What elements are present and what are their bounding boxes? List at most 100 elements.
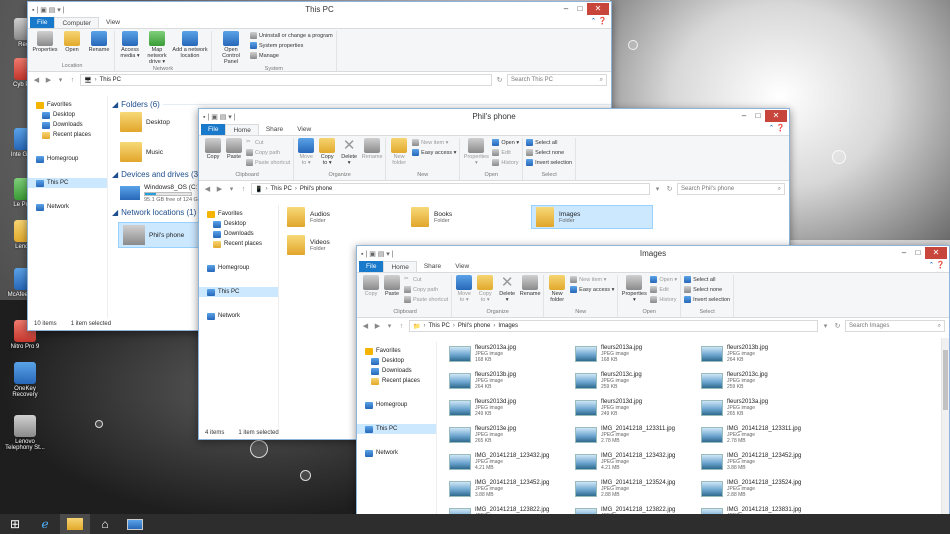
nav-network[interactable]: Network — [199, 311, 278, 321]
properties-button[interactable]: Properties ▾ — [621, 275, 647, 303]
folder-audios[interactable]: Audios Folder — [283, 205, 405, 229]
file-item[interactable]: IMG_20141218_123311.jpg JPEG image 2.78 MB — [575, 423, 697, 447]
system-properties-button[interactable]: System properties — [250, 41, 333, 50]
tab-computer[interactable]: Computer — [54, 17, 100, 28]
internet-explorer-button[interactable]: ℯ — [30, 514, 60, 534]
paste-shortcut-button[interactable]: Paste shortcut — [246, 158, 290, 167]
paste-button[interactable]: Paste — [383, 275, 401, 297]
copy-path-button[interactable]: Copy path — [404, 285, 448, 294]
folder-music[interactable]: Music — [120, 142, 163, 162]
nav-recent-places[interactable]: Recent places — [357, 376, 436, 386]
forward-arrow-icon[interactable]: ▶ — [373, 322, 382, 330]
close-button[interactable]: ✕ — [765, 110, 787, 122]
up-arrow-icon[interactable]: ↑ — [397, 323, 406, 330]
file-item[interactable]: fleurs2013a.jpg JPEG image 265 KB — [701, 396, 823, 420]
file-item[interactable]: IMG_20141218_123452.jpg JPEG image 3.88 MB — [449, 477, 571, 501]
open-button[interactable]: Open — [60, 31, 84, 53]
vertical-scrollbar[interactable] — [941, 338, 949, 533]
add-network-location-button[interactable]: Add a network location — [172, 31, 208, 59]
tab-file[interactable]: File — [359, 261, 384, 272]
nav-homegroup[interactable]: Homegroup — [199, 263, 278, 273]
file-item[interactable]: fleurs2013a.jpg JPEG image 168 KB — [449, 342, 571, 366]
tab-home[interactable]: Home — [383, 261, 417, 272]
history-button[interactable]: History — [492, 158, 519, 167]
minimize-button[interactable]: – — [897, 247, 911, 259]
cut-button[interactable]: ✂ Cut — [246, 138, 290, 147]
new-item-button[interactable]: New item ▾ — [412, 138, 456, 147]
breadcrumb-phils-phone[interactable]: Phil's phone — [458, 323, 491, 329]
file-explorer-button[interactable] — [60, 514, 90, 534]
move-to-button[interactable]: Move to ▾ — [297, 138, 315, 166]
nav-recent-places[interactable]: Recent places — [199, 239, 278, 249]
nav-favorites[interactable]: Favorites — [357, 346, 436, 356]
file-item[interactable]: fleurs2013c.jpg JPEG image 259 KB — [701, 369, 823, 393]
desktop-shortcut[interactable]: OneKey Recovery — [2, 362, 48, 398]
search-input[interactable]: Search Phil's phone ⌕ — [677, 183, 785, 195]
file-item[interactable]: fleurs2013c.jpg JPEG image 259 KB — [575, 369, 697, 393]
search-input[interactable]: Search Images ⌕ — [845, 320, 945, 332]
nav-favorites[interactable]: Favorites — [199, 209, 278, 219]
tab-home[interactable]: Home — [225, 124, 259, 135]
up-arrow-icon[interactable]: ↑ — [68, 77, 77, 84]
tab-view[interactable]: View — [99, 17, 127, 28]
breadcrumb-this-pc[interactable]: This PC — [270, 186, 291, 192]
nav-network[interactable]: Network — [28, 202, 107, 212]
breadcrumb-this-pc[interactable]: This PC — [428, 323, 449, 329]
folder-desktop[interactable]: Desktop — [120, 112, 170, 132]
quick-access-toolbar[interactable]: ▪ | ▣ ▤ ▾ | — [203, 113, 236, 121]
back-arrow-icon[interactable]: ◀ — [203, 185, 212, 193]
file-item[interactable]: fleurs2013e.jpg JPEG image 265 KB — [449, 423, 571, 447]
nav-this-pc[interactable]: This PC — [357, 424, 436, 434]
access-media-button[interactable]: Access media ▾ — [118, 31, 142, 59]
manage-button[interactable]: Manage — [250, 51, 333, 60]
select-none-button[interactable]: Select none — [684, 285, 730, 294]
close-button[interactable]: ✕ — [587, 3, 609, 15]
nav-desktop[interactable]: Desktop — [357, 356, 436, 366]
recent-dropdown-icon[interactable]: ▾ — [227, 185, 236, 193]
tab-file[interactable]: File — [201, 124, 226, 135]
nav-downloads[interactable]: Downloads — [199, 229, 278, 239]
back-arrow-icon[interactable]: ◀ — [361, 322, 370, 330]
address-dropdown-icon[interactable]: ▾ — [821, 322, 830, 330]
open-control-panel-button[interactable]: Open Control Panel — [215, 31, 247, 65]
file-item[interactable]: fleurs2013d.jpg JPEG image 249 KB — [449, 396, 571, 420]
select-all-button[interactable]: Select all — [684, 275, 730, 284]
start-button[interactable]: ⊞ — [0, 514, 30, 534]
rename-button[interactable]: Rename — [87, 31, 111, 53]
back-arrow-icon[interactable]: ◀ — [32, 76, 41, 84]
history-button[interactable]: History — [650, 295, 677, 304]
edit-button[interactable]: Edit — [492, 148, 519, 157]
network-location-phone[interactable]: Phil's phone — [118, 222, 200, 248]
breadcrumb-images[interactable]: Images — [498, 323, 518, 329]
address-bar[interactable]: 🖥 › This PC — [80, 74, 492, 86]
monitor-button[interactable] — [120, 514, 150, 534]
tab-share[interactable]: Share — [259, 124, 290, 135]
address-dropdown-icon[interactable]: ▾ — [653, 185, 662, 193]
tab-share[interactable]: Share — [417, 261, 448, 272]
search-input[interactable]: Search This PC ⌕ — [507, 74, 607, 86]
rename-button[interactable]: Rename — [520, 275, 541, 297]
file-item[interactable]: fleurs2013b.jpg JPEG image 264 KB — [701, 342, 823, 366]
nav-favorites[interactable]: Favorites — [28, 100, 107, 110]
breadcrumb-phils-phone[interactable]: Phil's phone — [300, 186, 333, 192]
window-images[interactable]: ▪ | ▣ ▤ ▾ | Images – □ ✕ File Home Share… — [356, 245, 950, 534]
copy-button[interactable]: Copy — [362, 275, 380, 297]
new-folder-button[interactable]: New folder — [389, 138, 409, 166]
refresh-icon[interactable]: ↻ — [495, 76, 504, 84]
nav-desktop[interactable]: Desktop — [199, 219, 278, 229]
recent-dropdown-icon[interactable]: ▾ — [385, 322, 394, 330]
help-icon[interactable]: ⌃ ❓ — [590, 17, 607, 25]
folder-books[interactable]: Books Folder — [407, 205, 529, 229]
up-arrow-icon[interactable]: ↑ — [239, 186, 248, 193]
nav-downloads[interactable]: Downloads — [357, 366, 436, 376]
new-folder-button[interactable]: New folder — [547, 275, 567, 303]
refresh-icon[interactable]: ↻ — [665, 185, 674, 193]
title-bar[interactable]: ▪ | ▣ ▤ ▾ | This PC – □ ✕ — [28, 2, 611, 17]
nav-this-pc[interactable]: This PC — [28, 178, 107, 188]
forward-arrow-icon[interactable]: ▶ — [215, 185, 224, 193]
minimize-button[interactable]: – — [559, 3, 573, 15]
properties-button[interactable]: Properties ▾ — [463, 138, 489, 166]
help-icon[interactable]: ⌃ ❓ — [928, 261, 945, 269]
invert-selection-button[interactable]: Invert selection — [684, 295, 730, 304]
file-item[interactable]: fleurs2013d.jpg JPEG image 249 KB — [575, 396, 697, 420]
